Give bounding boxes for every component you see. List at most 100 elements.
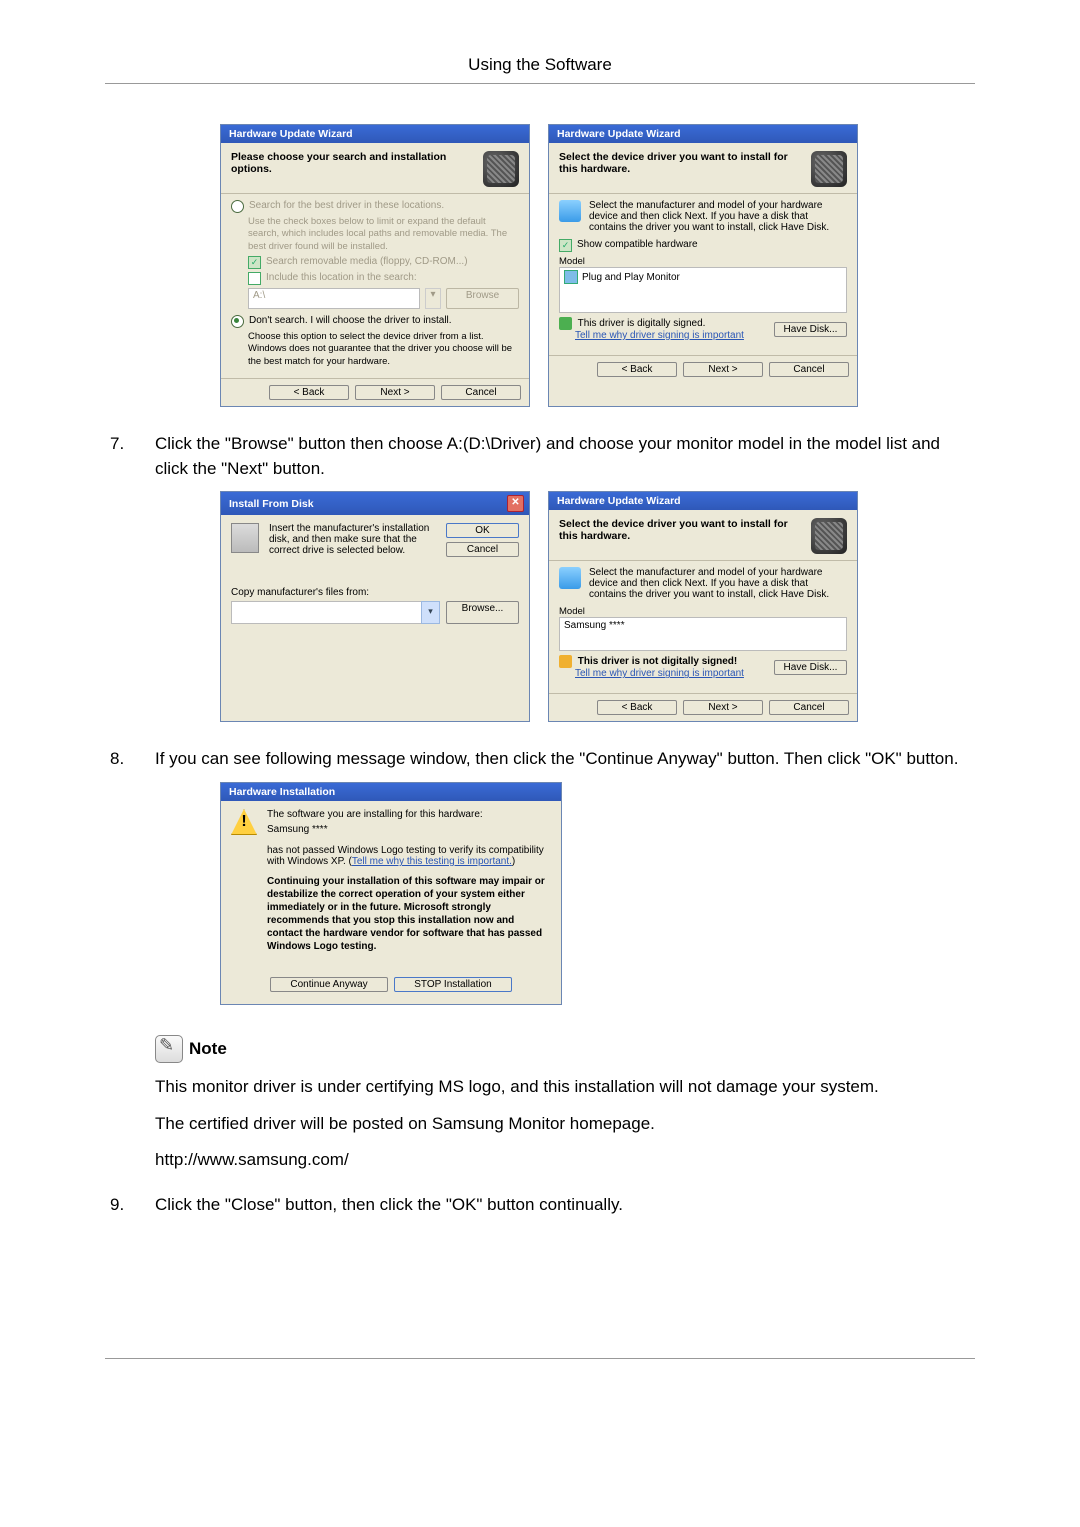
step-text: If you can see following message window,…	[155, 747, 975, 772]
note-label: Note	[189, 1039, 227, 1059]
dialog-hardware-installation: Hardware Installation The software you a…	[220, 782, 562, 1005]
page-header: Using the Software	[105, 55, 975, 84]
dialog-title: Hardware Installation	[229, 786, 335, 798]
hw-line2b: )	[512, 856, 515, 867]
dialog-row-3: Hardware Installation The software you a…	[220, 782, 975, 1005]
close-icon[interactable]: ✕	[507, 495, 524, 512]
dialog-row-2: Install From Disk ✕ Insert the manufactu…	[220, 491, 975, 722]
radio-sub: Use the check boxes below to limit or ex…	[248, 216, 519, 253]
testing-link[interactable]: Tell me why this testing is important.	[352, 856, 512, 867]
back-button[interactable]: < Back	[597, 362, 677, 377]
browse-button[interactable]: Browse	[446, 288, 519, 309]
warning-shield-icon	[559, 655, 572, 668]
have-disk-button[interactable]: Have Disk...	[774, 322, 847, 337]
back-button[interactable]: < Back	[269, 385, 349, 400]
dialog-search-options: Hardware Update Wizard Please choose you…	[220, 124, 530, 407]
step-number: 7.	[105, 432, 155, 481]
footer-divider	[105, 1358, 975, 1359]
path-input[interactable]	[231, 601, 421, 624]
step-number: 9.	[105, 1193, 155, 1218]
list-item-label: Samsung ****	[564, 620, 625, 631]
info-icon	[559, 567, 581, 589]
dialog-description: Insert the manufacturer's installation d…	[269, 523, 436, 556]
continue-anyway-button[interactable]: Continue Anyway	[270, 977, 388, 992]
ok-button[interactable]: OK	[446, 523, 519, 538]
dialog-row-1: Hardware Update Wizard Please choose you…	[220, 124, 975, 407]
radio-label: Don't search. I will choose the driver t…	[249, 315, 452, 326]
path-input[interactable]: A:\	[248, 288, 420, 309]
dialog-title: Hardware Update Wizard	[557, 128, 681, 140]
note-url: http://www.samsung.com/	[155, 1148, 975, 1173]
wizard-icon	[483, 151, 519, 187]
cancel-button[interactable]: Cancel	[769, 362, 849, 377]
model-list[interactable]: Samsung ****	[559, 617, 847, 651]
dialog-description: Select the manufacturer and model of you…	[589, 200, 847, 233]
dialog-title: Hardware Update Wizard	[229, 128, 353, 140]
step-7: 7. Click the "Browse" button then choose…	[105, 432, 975, 481]
model-label: Model	[559, 256, 847, 267]
check-label: Show compatible hardware	[577, 239, 698, 250]
note-icon	[155, 1035, 183, 1063]
have-disk-button[interactable]: Have Disk...	[774, 660, 847, 675]
dialog-title: Hardware Update Wizard	[557, 495, 681, 507]
hw-bold: Continuing your installation of this sof…	[267, 875, 551, 953]
list-item-label: Plug and Play Monitor	[582, 272, 680, 283]
step-9: 9. Click the "Close" button, then click …	[105, 1193, 975, 1218]
dialog-select-driver: Hardware Update Wizard Select the device…	[548, 124, 858, 407]
copy-from-label: Copy manufacturer's files from:	[231, 587, 519, 598]
dialog-heading: Select the device driver you want to ins…	[559, 518, 803, 542]
dialog-install-from-disk: Install From Disk ✕ Insert the manufactu…	[220, 491, 530, 722]
dialog-title: Install From Disk	[229, 498, 314, 510]
dialog-select-driver-samsung: Hardware Update Wizard Select the device…	[548, 491, 858, 722]
dialog-heading: Select the device driver you want to ins…	[559, 151, 803, 175]
dialog-description: Select the manufacturer and model of you…	[589, 567, 847, 600]
check-label: Search removable media (floppy, CD-ROM..…	[266, 256, 468, 267]
dropdown-chevron-icon[interactable]: ▾	[421, 601, 440, 624]
radio-sub: Choose this option to select the device …	[248, 331, 519, 368]
signed-text: This driver is digitally signed.	[578, 318, 706, 329]
radio-search-best[interactable]: Search for the best driver in these loca…	[231, 200, 519, 213]
signing-link[interactable]: Tell me why driver signing is important	[575, 668, 744, 679]
dialog-heading: Please choose your search and installati…	[231, 151, 475, 175]
cancel-button[interactable]: Cancel	[446, 542, 519, 557]
radio-label: Search for the best driver in these loca…	[249, 200, 444, 211]
next-button[interactable]: Next >	[355, 385, 435, 400]
shield-icon	[559, 317, 572, 330]
titlebar: Hardware Installation	[221, 783, 561, 801]
next-button[interactable]: Next >	[683, 362, 763, 377]
check-label: Include this location in the search:	[266, 272, 417, 283]
step-8: 8. If you can see following message wind…	[105, 747, 975, 772]
check-include-location[interactable]: Include this location in the search:	[248, 272, 519, 285]
radio-dont-search[interactable]: Don't search. I will choose the driver t…	[231, 315, 519, 328]
unsigned-text: This driver is not digitally signed!	[578, 656, 737, 667]
warning-icon	[231, 809, 257, 835]
note-block: Note	[155, 1035, 975, 1063]
next-button[interactable]: Next >	[683, 700, 763, 715]
wizard-icon	[811, 518, 847, 554]
cancel-button[interactable]: Cancel	[441, 385, 521, 400]
browse-button[interactable]: Browse...	[446, 601, 519, 624]
signing-link[interactable]: Tell me why driver signing is important	[575, 330, 744, 341]
dropdown-chevron-icon[interactable]: ▾	[425, 288, 441, 309]
note-text-1: This monitor driver is under certifying …	[155, 1075, 975, 1100]
model-label: Model	[559, 606, 847, 617]
info-icon	[559, 200, 581, 222]
hw-line1: The software you are installing for this…	[267, 809, 551, 820]
stop-installation-button[interactable]: STOP Installation	[394, 977, 512, 992]
titlebar: Hardware Update Wizard	[221, 125, 529, 143]
titlebar: Install From Disk ✕	[221, 492, 529, 515]
back-button[interactable]: < Back	[597, 700, 677, 715]
hw-device: Samsung ****	[267, 824, 551, 835]
model-list[interactable]: Plug and Play Monitor	[559, 267, 847, 313]
disk-icon	[231, 523, 259, 553]
cancel-button[interactable]: Cancel	[769, 700, 849, 715]
check-removable-media[interactable]: Search removable media (floppy, CD-ROM..…	[248, 256, 519, 269]
step-text: Click the "Browse" button then choose A:…	[155, 432, 975, 481]
wizard-icon	[811, 151, 847, 187]
step-number: 8.	[105, 747, 155, 772]
check-show-compatible[interactable]: Show compatible hardware	[559, 239, 847, 252]
monitor-icon	[564, 270, 578, 284]
titlebar: Hardware Update Wizard	[549, 125, 857, 143]
note-text-2: The certified driver will be posted on S…	[155, 1112, 975, 1137]
titlebar: Hardware Update Wizard	[549, 492, 857, 510]
